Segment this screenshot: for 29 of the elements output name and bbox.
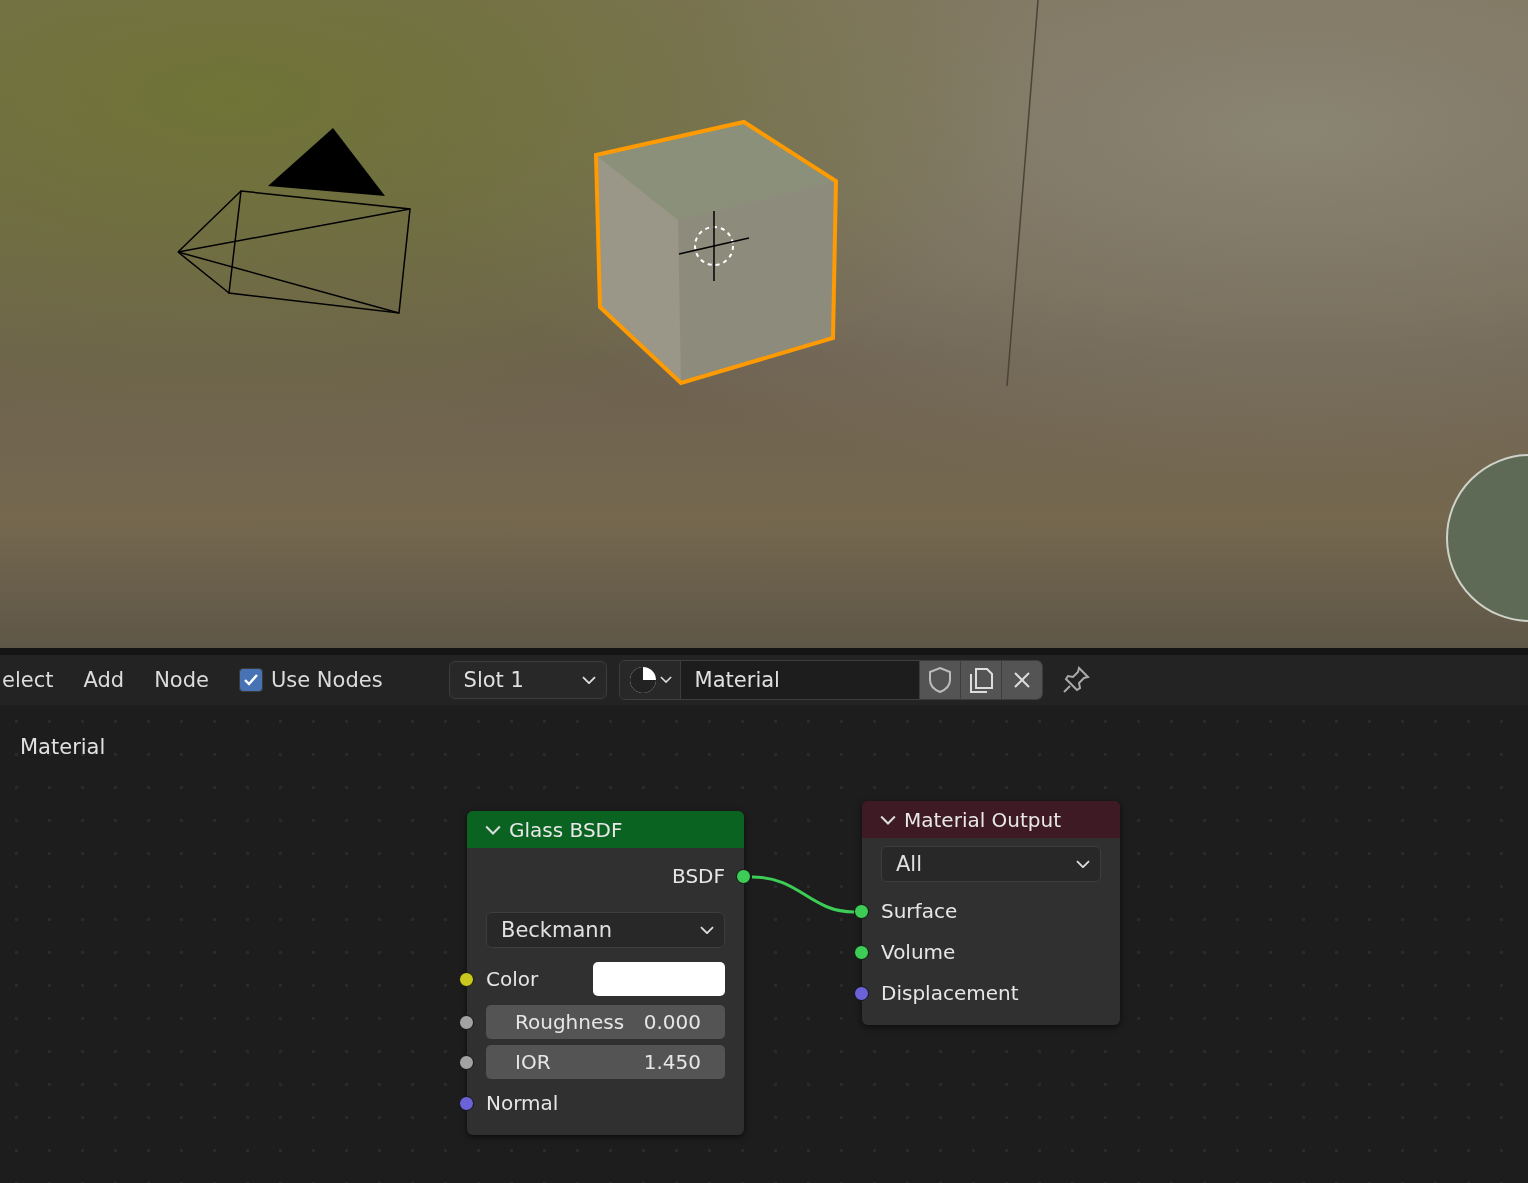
node-title: Material Output: [904, 807, 1062, 832]
mode-dropdown[interactable]: All: [881, 846, 1101, 882]
slot-dropdown[interactable]: Slot 1: [448, 661, 607, 699]
chevron-icon[interactable]: [485, 824, 501, 835]
socket-label: Surface: [881, 898, 958, 923]
socket-label: Color: [486, 967, 539, 991]
socket-label: BSDF: [672, 864, 725, 888]
use-nodes-checkbox[interactable]: [238, 668, 263, 692]
chevron-icon: [700, 925, 714, 935]
chevron-icon[interactable]: [880, 814, 896, 825]
socket-label: Volume: [881, 939, 956, 964]
crosshair-icon: [678, 210, 750, 282]
color-swatch[interactable]: [593, 962, 725, 996]
mode-dropdown[interactable]: Beckmann: [486, 912, 725, 948]
socket-label: Normal: [486, 1090, 559, 1115]
menu-item[interactable]: elect: [2, 668, 54, 692]
value-slider[interactable]: IOR 1.450: [486, 1045, 725, 1079]
node-header[interactable]: Material Output: [862, 801, 1120, 838]
socket-label: Displacement: [881, 980, 1019, 1005]
menu-item[interactable]: Node: [154, 668, 209, 692]
chevron-icon: [581, 675, 596, 685]
node-title: Glass BSDF: [509, 817, 623, 842]
check-icon: [242, 673, 259, 687]
menu-item[interactable]: Add: [83, 668, 125, 692]
chevron-icon: [1076, 859, 1090, 869]
value-slider[interactable]: Roughness 0.000: [486, 1005, 725, 1039]
checkbox-label: Use Nodes: [270, 668, 383, 692]
breadcrumb: Material: [20, 735, 106, 759]
node-header[interactable]: Glass BSDF: [467, 811, 744, 848]
